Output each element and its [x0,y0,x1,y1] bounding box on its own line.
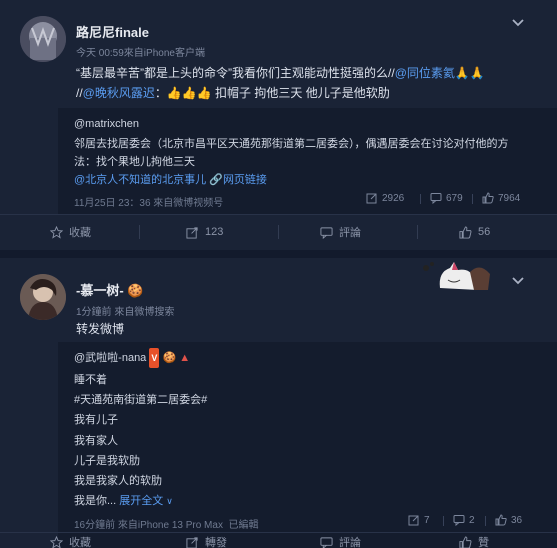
chevron-down-icon[interactable] [510,14,526,30]
web-link[interactable]: 网页链接 [223,174,267,186]
mention-link[interactable]: @同位素氦 [395,66,455,80]
repost-text: 我有家人 [74,435,118,447]
comment-button[interactable]: 評論 [320,215,361,249]
member-badge-icon: 🍪 [162,352,177,364]
comment-icon [320,536,333,548]
repost-button[interactable]: 123 [186,215,223,249]
thumb-up-icon [482,192,494,204]
repost-text: 我是你... 展开全文 ∨ [74,495,173,507]
repost-links: @北京人不知道的北京事儿 🔗网页链接 [74,170,267,190]
post-text-line-1: “基层最辛苦”都是上头的命令”我看你们主观能动性挺强的么//@同位素氦🙏🙏 [76,64,485,83]
reposted-content[interactable]: @matrixchen 邻居去找居委会（北京市昌平区天通苑那街道第二居委会），偶… [58,108,557,214]
divider [278,225,279,239]
like-count[interactable]: 36 [495,514,522,526]
star-icon [50,535,63,548]
repost-text: 我是我家人的软肋 [74,475,162,487]
favorite-button[interactable]: 收藏 [50,215,91,249]
thumb-up-icon [459,535,472,548]
emoji-pray-icon: 🙏🙏 [454,66,485,80]
repost-author[interactable]: @matrixchen [74,114,139,134]
reposted-content[interactable]: @武啦啦-nana V 🍪 ▲ 睡不着 #天通苑南街道第二居委会# 我有儿子 我… [58,342,557,548]
comment-count[interactable]: 679 [430,192,463,204]
like-button[interactable]: 贊 [459,525,489,548]
comment-button[interactable]: 評論 [320,525,361,548]
repost-author[interactable]: @武啦啦-nana V 🍪 ▲ [74,348,190,368]
expand-full-text-link[interactable]: 展开全文 [119,495,163,507]
post-text-line-2: //@晚秋风露迟：👍👍👍 扣帽子 拘他三天 他儿子是他软肋 [76,84,390,103]
avatar[interactable] [20,16,66,62]
emoji-thumb-icon: 👍👍👍 [166,86,212,100]
hashtag-link[interactable]: #天通苑南街道第二居委会# [74,390,207,410]
favorite-button[interactable]: 收藏 [50,525,91,548]
avatar[interactable] [20,274,66,320]
repost-text: 邻居去找居委会（北京市昌平区天通苑那街道第二居委会），偶遇居委会在讨论对付他的方 [74,138,509,150]
thumb-up-icon [495,514,507,526]
username[interactable]: -慕一树- 🍪 [76,280,143,299]
vip-badge-icon: V [149,348,160,368]
text-segment: ： [154,86,167,100]
repost-text: 法：找个果地儿拘他三天 [74,156,195,168]
repost-count[interactable]: 7 [408,514,430,526]
divider [472,194,473,204]
like-button[interactable]: 56 [459,215,490,249]
divider [443,516,444,526]
cat-sticker-icon [418,258,492,296]
username[interactable]: 路尼尼finale [76,22,149,41]
like-count[interactable]: 7964 [482,192,520,204]
mention-link[interactable]: @晚秋风露迟 [83,86,155,100]
text-segment: ”我看你们主观能动性挺强的么// [228,66,395,80]
chevron-down-icon[interactable] [510,272,526,288]
repost-icon [408,515,419,526]
divider [417,225,418,239]
member-badge-icon: 🍪 [123,283,144,298]
chevron-down-icon[interactable]: ∨ [166,496,173,506]
repost-text: 儿子是我软肋 [74,455,140,467]
repost-time: 11月25日 23：36 來自微博视频号 [74,198,224,209]
divider [420,194,421,204]
mention-link[interactable]: @北京人不知道的北京事儿 [74,174,206,186]
repost-time: 16分鐘前 來自iPhone 13 Pro Max 已編輯 [74,520,259,531]
weibo-post-card: 路尼尼finale 今天 00:59來自iPhone客户端 “基层最辛苦”都是上… [0,0,557,250]
repost-text: 我有儿子 [74,414,118,426]
repost-button[interactable]: 轉發 [186,525,227,548]
text-segment: // [76,86,83,100]
comment-icon [430,193,442,204]
repost-icon [186,536,198,548]
flag-icon: ▲ [179,352,191,364]
post-meta: 今天 00:59來自iPhone客户端 [76,48,205,59]
post-text: 转发微博 [76,322,125,336]
repost-text: 睡不着 [74,374,107,386]
star-icon [50,225,63,239]
text-segment: “基层最辛苦” [76,66,144,80]
divider [139,225,140,239]
thumb-up-icon [459,225,472,239]
weibo-post-card: -慕一树- 🍪 1分鐘前 來自微博搜索 转发微博 @武啦啦-nana V 🍪 ▲… [0,258,557,548]
link-icon: 🔗 [209,174,223,186]
repost-icon [366,193,377,204]
text-segment: 都是上头的命令 [144,66,229,80]
repost-icon [186,226,198,239]
repost-count[interactable]: 2926 [366,192,404,204]
text-segment: 扣帽子 拘他三天 他儿子是他软肋 [215,86,390,100]
post-action-bar: 收藏 123 評論 56 [0,214,557,248]
post-meta: 1分鐘前 來自微博搜索 [76,307,175,318]
post-action-bar: 收藏 轉發 評論 贊 [0,532,557,548]
comment-icon [320,226,333,239]
